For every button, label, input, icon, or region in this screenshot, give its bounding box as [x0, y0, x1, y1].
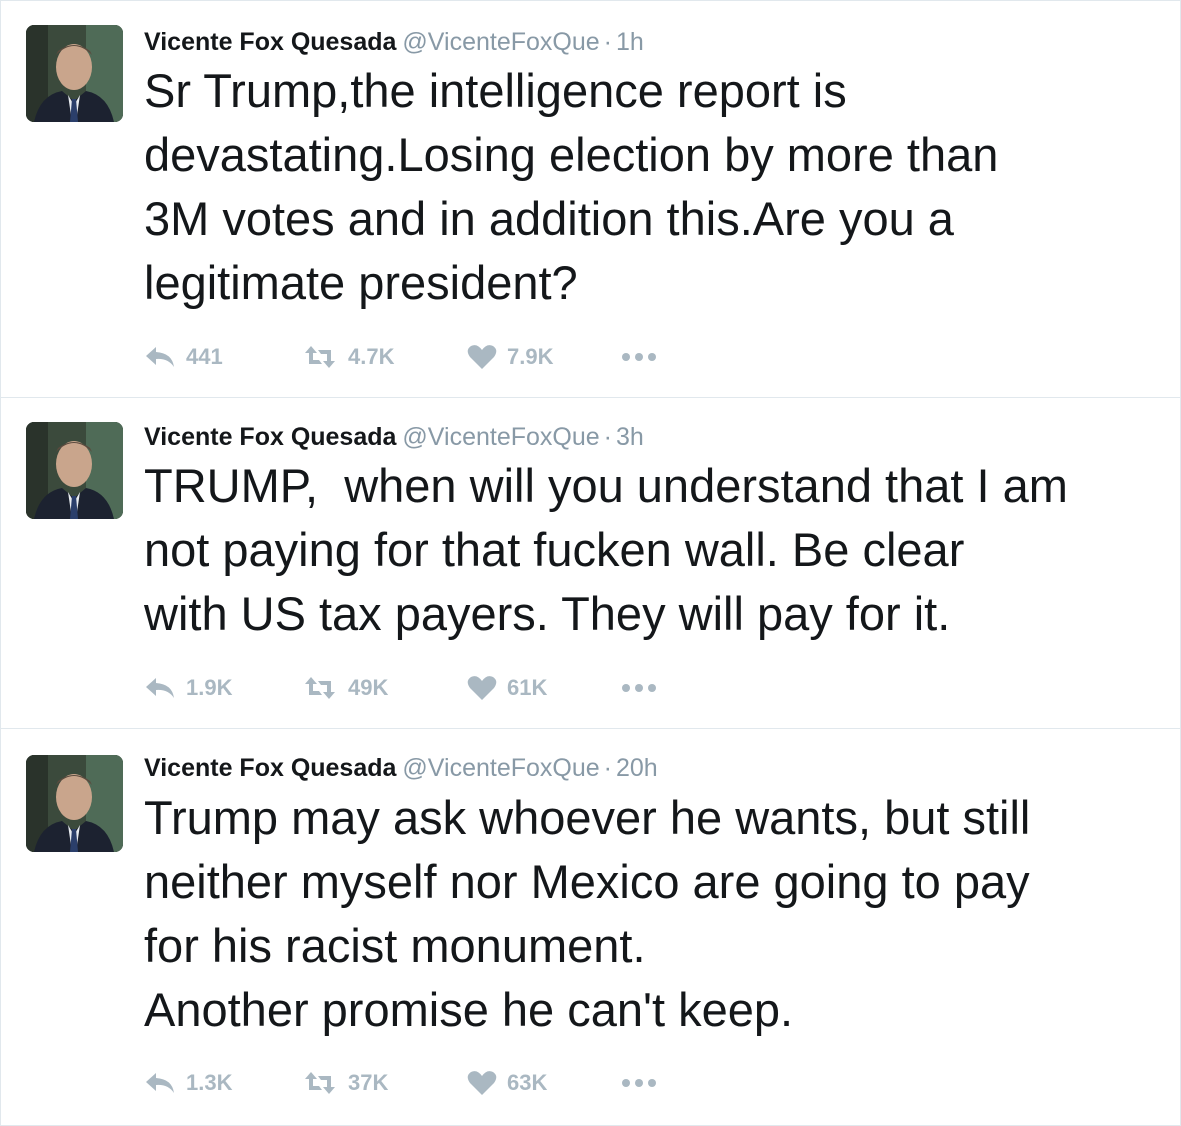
retweet-icon — [302, 675, 338, 701]
reply-button[interactable]: 441 — [144, 344, 302, 370]
like-button[interactable]: 61K — [467, 675, 622, 701]
avatar[interactable] — [26, 422, 123, 519]
tweet[interactable]: Vicente Fox Quesada @VicenteFoxQue · 1h Sr … — [1, 1, 1180, 398]
separator: · — [603, 754, 612, 782]
tweet-actions: 1.9K 49K 61K — [144, 668, 661, 708]
heart-icon — [467, 675, 497, 701]
timestamp[interactable]: 1h — [616, 28, 644, 56]
retweet-button[interactable]: 37K — [302, 1070, 467, 1096]
author-name[interactable]: Vicente Fox Quesada — [144, 423, 396, 451]
reply-count: 1.3K — [186, 1070, 233, 1095]
tweet-actions: 1.3K 37K 63K — [144, 1063, 661, 1103]
like-button[interactable]: 7.9K — [467, 344, 622, 370]
timestamp[interactable]: 3h — [616, 423, 644, 451]
retweet-icon — [302, 344, 338, 370]
retweet-button[interactable]: 4.7K — [302, 344, 467, 370]
tweet[interactable]: Vicente Fox Quesada @VicenteFoxQue · 3h TRU… — [1, 398, 1180, 729]
reply-count: 441 — [186, 344, 223, 369]
reply-button[interactable]: 1.9K — [144, 675, 302, 701]
retweet-count: 37K — [348, 1070, 389, 1095]
retweet-icon — [302, 1070, 338, 1096]
author-handle[interactable]: @VicenteFoxQue — [402, 28, 599, 56]
avatar[interactable] — [26, 25, 123, 122]
retweet-count: 49K — [348, 675, 389, 700]
ellipsis-dot — [635, 684, 643, 692]
tweet[interactable]: Vicente Fox Quesada @VicenteFoxQue · 20h Tr… — [1, 729, 1180, 1125]
ellipsis-icon — [622, 353, 630, 361]
tweet-timeline: Vicente Fox Quesada @VicenteFoxQue · 1h Sr … — [0, 0, 1181, 1126]
more-options-button[interactable] — [622, 353, 661, 361]
author-name[interactable]: Vicente Fox Quesada — [144, 754, 396, 782]
reply-count: 1.9K — [186, 675, 233, 700]
like-count: 7.9K — [507, 344, 554, 369]
ellipsis-dot — [635, 1079, 643, 1087]
like-button[interactable]: 63K — [467, 1070, 622, 1096]
more-options-button[interactable] — [622, 684, 661, 692]
separator: · — [603, 423, 612, 451]
timestamp[interactable]: 20h — [616, 754, 658, 782]
ellipsis-icon — [622, 1079, 630, 1087]
avatar[interactable] — [26, 755, 123, 852]
ellipsis-dot — [648, 684, 656, 692]
tweet-text: Trump may ask whoever he wants, but stil… — [144, 791, 1031, 1036]
reply-icon — [144, 676, 176, 700]
reply-icon — [144, 1071, 176, 1095]
like-count: 61K — [507, 675, 548, 700]
like-count: 63K — [507, 1070, 548, 1095]
author-handle[interactable]: @VicenteFoxQue — [402, 423, 599, 451]
ellipsis-icon — [622, 684, 630, 692]
author-handle[interactable]: @VicenteFoxQue — [402, 754, 599, 782]
reply-icon — [144, 345, 176, 369]
author-name[interactable]: Vicente Fox Quesada — [144, 28, 396, 56]
separator: · — [603, 28, 612, 56]
heart-icon — [467, 1070, 497, 1096]
retweet-count: 4.7K — [348, 344, 395, 369]
reply-button[interactable]: 1.3K — [144, 1070, 302, 1096]
tweet-actions: 441 4.7K 7.9K — [144, 337, 661, 377]
tweet-text: Sr Trump,the intelligence report is deva… — [144, 64, 999, 309]
more-options-button[interactable] — [622, 1079, 661, 1087]
tweet-header: Vicente Fox Quesada @VicenteFoxQue · 20h — [144, 753, 658, 783]
tweet-text: TRUMP, when will you understand that I a… — [144, 459, 1068, 640]
ellipsis-dot — [635, 353, 643, 361]
heart-icon — [467, 344, 497, 370]
tweet-header: Vicente Fox Quesada @VicenteFoxQue · 3h — [144, 422, 644, 452]
tweet-header: Vicente Fox Quesada @VicenteFoxQue · 1h — [144, 27, 644, 57]
ellipsis-dot — [648, 1079, 656, 1087]
ellipsis-dot — [648, 353, 656, 361]
retweet-button[interactable]: 49K — [302, 675, 467, 701]
